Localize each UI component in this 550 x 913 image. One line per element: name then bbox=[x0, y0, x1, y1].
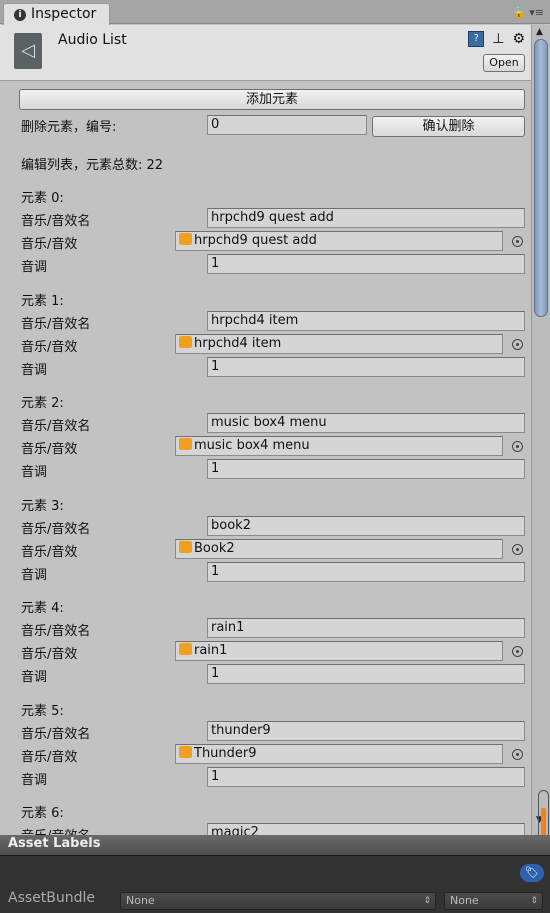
gear-icon[interactable]: ⚙ bbox=[512, 31, 525, 47]
clip-value: music box4 menu bbox=[194, 438, 310, 453]
tab-inspector[interactable]: i Inspector bbox=[3, 3, 110, 25]
assetbundle-label: AssetBundle bbox=[8, 890, 96, 906]
clip-label: 音乐/音效 bbox=[21, 647, 78, 662]
audio-clip-field[interactable]: rain1 bbox=[175, 641, 503, 661]
pitch-label: 音调 bbox=[21, 670, 48, 685]
audio-clip-field[interactable]: music box4 menu bbox=[175, 436, 503, 456]
list-summary: 编辑列表，元素总数: 22 bbox=[21, 158, 164, 173]
audio-clip-icon bbox=[179, 438, 192, 450]
name-label: 音乐/音效名 bbox=[21, 521, 91, 537]
name-input[interactable]: book2 bbox=[207, 515, 525, 536]
pitch-input[interactable]: 1 bbox=[207, 561, 525, 582]
menu-icon[interactable]: ▾≡ bbox=[529, 6, 544, 19]
help-icon[interactable]: ? bbox=[468, 31, 485, 47]
clip-value: Book2 bbox=[194, 540, 235, 556]
scroll-up-icon[interactable]: ▲ bbox=[536, 27, 543, 37]
name-label: 音乐/音效名 bbox=[21, 419, 91, 434]
audio-clip-field[interactable]: hrpchd9 quest add bbox=[175, 231, 503, 251]
info-icon: i bbox=[14, 9, 26, 21]
tab-bar: i Inspector 🔒 ▾≡ bbox=[0, 0, 550, 25]
pitch-input[interactable]: 1 bbox=[207, 664, 525, 684]
audio-clip-field[interactable]: hrpchd4 item bbox=[175, 333, 503, 354]
add-element-button[interactable]: 添加元素 bbox=[19, 89, 525, 110]
name-input[interactable]: thunder9 bbox=[207, 720, 525, 741]
name-label: 音乐/音效名 bbox=[21, 825, 90, 835]
clip-label: 音乐/音效 bbox=[21, 442, 78, 457]
name-input[interactable]: magic2 bbox=[207, 823, 525, 835]
clip-label: 音乐/音效 bbox=[21, 339, 78, 355]
inspector-header: ◁ Audio List ? ⊥ ⚙ Open bbox=[0, 25, 531, 81]
element-header: 元素 1: bbox=[21, 293, 64, 309]
asset-labels-header: Asset Labels bbox=[0, 835, 550, 855]
asset-labels-panel: 🏷 AssetBundle None ⇕ None ⇕ bbox=[0, 855, 550, 913]
delete-index-input[interactable]: 0 bbox=[207, 115, 367, 135]
object-picker-icon[interactable] bbox=[512, 646, 523, 657]
pitch-input[interactable]: 1 bbox=[207, 459, 525, 479]
scrollbar-thumb[interactable] bbox=[534, 39, 548, 317]
name-label: 音乐/音效名 bbox=[21, 316, 91, 332]
confirm-delete-button[interactable]: 确认删除 bbox=[372, 116, 525, 137]
unity-logo-icon: ◁ bbox=[14, 33, 42, 69]
lock-icon[interactable]: 🔒 bbox=[512, 6, 526, 19]
object-picker-icon[interactable] bbox=[512, 543, 523, 555]
pitch-label: 音调 bbox=[21, 362, 48, 378]
audio-clip-icon bbox=[179, 643, 192, 655]
delete-index-label: 删除元素，编号: bbox=[21, 120, 117, 135]
variant-value: None bbox=[450, 894, 479, 907]
element-header: 元素 4: bbox=[21, 601, 64, 616]
name-input[interactable]: hrpchd4 item bbox=[207, 310, 525, 331]
variant-select[interactable]: None ⇕ bbox=[444, 892, 543, 910]
audio-clip-icon bbox=[179, 335, 192, 348]
audio-clip-icon bbox=[179, 233, 192, 245]
element-header: 元素 0: bbox=[21, 191, 64, 206]
audio-clip-icon bbox=[179, 540, 192, 553]
updown-icon: ⇕ bbox=[423, 896, 431, 906]
clip-value: rain1 bbox=[194, 643, 228, 658]
clip-value: hrpchd9 quest add bbox=[194, 233, 317, 248]
name-input[interactable]: music box4 menu bbox=[207, 413, 525, 433]
pitch-label: 音调 bbox=[21, 567, 48, 583]
pitch-input[interactable]: 1 bbox=[207, 254, 525, 274]
object-picker-icon[interactable] bbox=[512, 236, 523, 247]
audio-clip-field[interactable]: Book2 bbox=[175, 538, 503, 559]
object-picker-icon[interactable] bbox=[512, 748, 523, 760]
inspector-content: 添加元素 删除元素，编号: 0 确认删除 编辑列表，元素总数: 22 元素 0:… bbox=[0, 82, 531, 835]
open-button[interactable]: Open bbox=[483, 54, 525, 72]
pitch-label: 音调 bbox=[21, 465, 48, 480]
clip-value: hrpchd4 item bbox=[194, 335, 282, 351]
clip-value: Thunder9 bbox=[194, 745, 257, 761]
pitch-input[interactable]: 1 bbox=[207, 356, 525, 377]
audio-clip-field[interactable]: Thunder9 bbox=[175, 743, 503, 764]
name-input[interactable]: rain1 bbox=[207, 618, 525, 638]
audio-clip-icon bbox=[179, 745, 192, 758]
element-header: 元素 5: bbox=[21, 703, 64, 719]
assetbundle-select[interactable]: None ⇕ bbox=[120, 892, 436, 910]
clip-label: 音乐/音效 bbox=[21, 237, 78, 252]
object-picker-icon[interactable] bbox=[512, 338, 523, 350]
name-label: 音乐/音效名 bbox=[21, 214, 91, 229]
name-label: 音乐/音效名 bbox=[21, 624, 91, 639]
name-input[interactable]: hrpchd9 quest add bbox=[207, 208, 525, 228]
clip-label: 音乐/音效 bbox=[21, 749, 78, 765]
pitch-label: 音调 bbox=[21, 260, 48, 275]
preset-icon[interactable]: ⊥ bbox=[492, 31, 504, 47]
element-header: 元素 3: bbox=[21, 498, 64, 514]
pitch-input[interactable]: 1 bbox=[207, 766, 525, 787]
pitch-label: 音调 bbox=[21, 772, 48, 788]
element-header: 元素 6: bbox=[21, 806, 64, 821]
clip-label: 音乐/音效 bbox=[21, 544, 78, 560]
assetbundle-value: None bbox=[126, 894, 155, 907]
asset-title: Audio List bbox=[58, 32, 127, 48]
tab-label: Inspector bbox=[31, 6, 97, 22]
name-label: 音乐/音效名 bbox=[21, 726, 91, 742]
object-picker-icon[interactable] bbox=[512, 441, 523, 452]
updown-icon: ⇕ bbox=[530, 896, 538, 906]
element-header: 元素 2: bbox=[21, 396, 64, 411]
tag-icon[interactable]: 🏷 bbox=[520, 864, 544, 882]
scrollbar[interactable]: ▲ ▼ bbox=[531, 25, 550, 835]
